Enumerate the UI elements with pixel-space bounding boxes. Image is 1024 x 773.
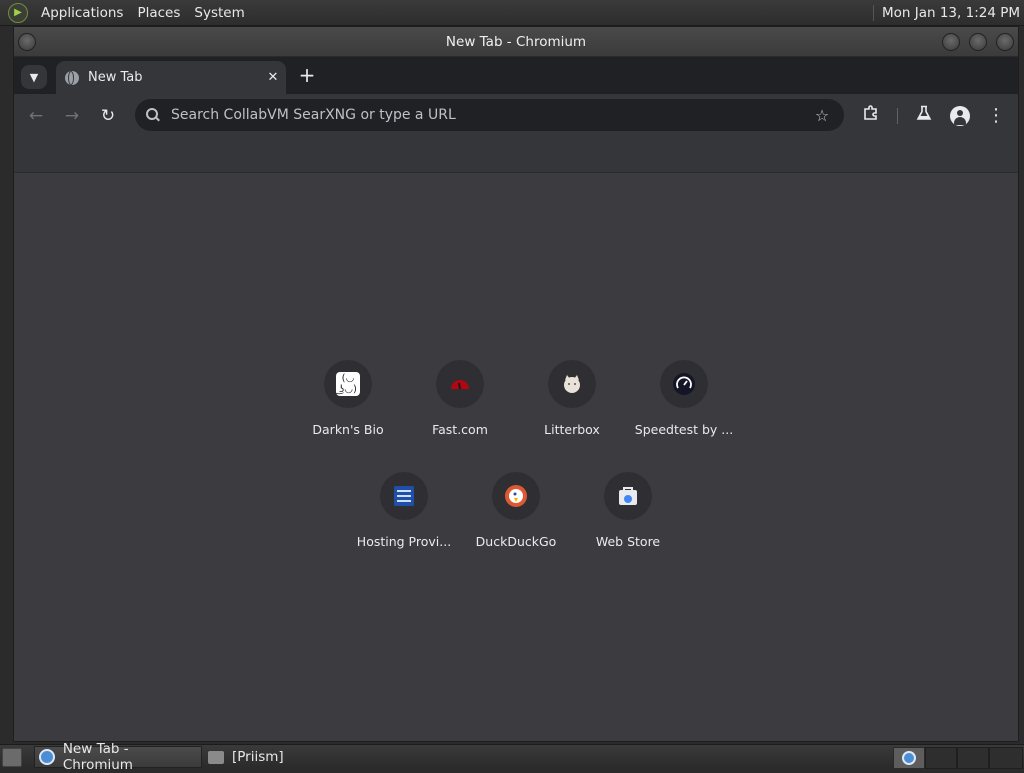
show-desktop-icon[interactable] [2, 748, 22, 767]
globe-icon [65, 70, 79, 85]
shortcut-label: Fast.com [432, 422, 488, 437]
shortcut-label: DuckDuckGo [475, 534, 557, 549]
labs-flask-icon[interactable] [910, 102, 938, 130]
tab-new-tab[interactable]: New Tab ✕ [56, 61, 286, 94]
shortcut-label: Litterbox [544, 422, 600, 437]
new-tab-button[interactable]: + [295, 63, 319, 87]
darkns-bio-icon: (◡ ͜ʖ◡) [336, 372, 360, 396]
workspace-1[interactable] [893, 747, 925, 769]
window-titlebar[interactable]: New Tab - Chromium [14, 27, 1018, 57]
menu-places[interactable]: Places [130, 5, 187, 21]
shortcut-hosting-provider[interactable]: Hosting Provi... [348, 472, 460, 572]
bookmark-star-icon[interactable]: ☆ [810, 106, 834, 125]
shortcut-tile [436, 360, 484, 408]
clock[interactable]: Mon Jan 13, 1:24 PM [882, 5, 1020, 21]
back-button[interactable]: ← [22, 102, 50, 130]
workspace-3[interactable] [957, 747, 989, 769]
forward-button[interactable]: → [58, 102, 86, 130]
close-tab-button[interactable]: ✕ [263, 68, 283, 88]
workspace-2[interactable] [925, 747, 957, 769]
profile-avatar-icon[interactable] [950, 106, 970, 126]
shortcut-fast-com[interactable]: Fast.com [404, 360, 516, 460]
shortcut-label: Hosting Provi... [356, 534, 452, 549]
speedtest-gauge-icon [673, 373, 695, 395]
chromium-icon [39, 749, 55, 765]
browser-toolbar: ← → ↻ Search CollabVM SearXNG or type a … [14, 94, 1018, 138]
address-bar-placeholder[interactable]: Search CollabVM SearXNG or type a URL [171, 107, 810, 123]
taskbar-item-label: [Priism] [232, 749, 284, 765]
shortcut-tile [548, 360, 596, 408]
shortcut-label: Darkn's Bio [312, 422, 384, 437]
workspace-4[interactable] [989, 747, 1023, 769]
shortcut-tile [380, 472, 428, 520]
shortcut-duckduckgo[interactable]: DuckDuckGo [460, 472, 572, 572]
chromium-icon [902, 751, 916, 765]
hosting-provider-icon [394, 486, 414, 506]
menu-system[interactable]: System [187, 5, 251, 21]
shortcut-tile [660, 360, 708, 408]
menu-applications[interactable]: Applications [34, 5, 130, 21]
shortcut-tile [492, 472, 540, 520]
web-store-icon [619, 487, 637, 505]
taskbar-item-label: New Tab - Chromium [62, 741, 133, 773]
window-menu-button[interactable] [18, 33, 36, 51]
shortcut-label: Web Store [595, 534, 661, 549]
toolbar-divider [897, 108, 898, 124]
fast-speedometer-icon [451, 380, 469, 390]
shortcut-tile [604, 472, 652, 520]
tab-strip: ▼ New Tab ✕ + [14, 57, 1018, 94]
folder-icon [208, 750, 224, 764]
litterbox-cat-icon [564, 375, 580, 393]
menu-logo-icon[interactable]: ▶ [8, 2, 28, 23]
shortcut-speedtest[interactable]: Speedtest by ... [628, 360, 740, 460]
shortcut-label: Speedtest by ... [634, 422, 734, 437]
shortcut-darkns-bio[interactable]: (◡ ͜ʖ◡) Darkn's Bio [292, 360, 404, 460]
panel-separator [872, 4, 874, 21]
browser-window: New Tab - Chromium ▼ New Tab ✕ + ← → ↻ S… [13, 26, 1019, 742]
bookmarks-bar [14, 138, 1018, 173]
shortcut-tile: (◡ ͜ʖ◡) [324, 360, 372, 408]
minimize-button[interactable] [942, 33, 960, 51]
kebab-menu-icon[interactable]: ⋮ [982, 102, 1010, 130]
taskbar-item-priism[interactable]: [Priism] [204, 746, 372, 768]
reload-button[interactable]: ↻ [94, 102, 122, 130]
tab-title: New Tab [88, 70, 143, 85]
duckduckgo-icon [505, 485, 527, 507]
search-icon [145, 107, 161, 123]
chevron-down-icon: ▼ [29, 70, 39, 84]
close-window-button[interactable] [996, 33, 1014, 51]
window-title: New Tab - Chromium [445, 33, 587, 50]
maximize-button[interactable] [969, 33, 987, 51]
taskbar: New Tab - Chromium [Priism] [0, 741, 1024, 773]
shortcut-litterbox[interactable]: Litterbox [516, 360, 628, 460]
tab-search-button[interactable]: ▼ [21, 65, 47, 89]
address-bar[interactable]: Search CollabVM SearXNG or type a URL ☆ [135, 99, 844, 131]
extensions-puzzle-icon[interactable] [857, 102, 885, 130]
top-panel: ▶ Applications Places System Mon Jan 13,… [0, 0, 1024, 26]
shortcut-web-store[interactable]: Web Store [572, 472, 684, 572]
new-tab-page: (◡ ͜ʖ◡) Darkn's Bio Fast.com Litterbox S… [14, 177, 1018, 741]
taskbar-item-chromium[interactable]: New Tab - Chromium [34, 741, 202, 773]
